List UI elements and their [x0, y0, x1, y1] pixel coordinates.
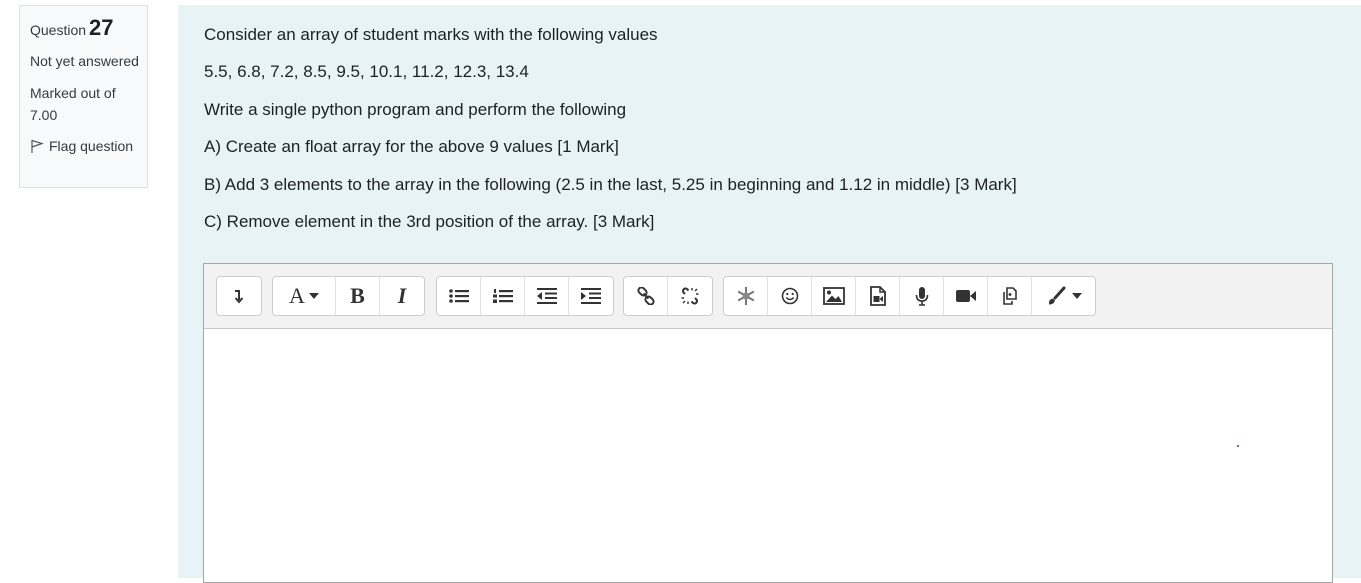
manage-files-button[interactable] — [988, 277, 1032, 315]
flag-icon — [30, 139, 44, 154]
toolbar-group-collapse — [216, 276, 262, 316]
editor-cursor-dot — [1237, 445, 1239, 447]
font-style-label: A — [289, 283, 305, 308]
question-text-line: B) Add 3 elements to the array in the fo… — [204, 174, 1017, 194]
outdent-button[interactable] — [525, 277, 569, 315]
question-grade: Marked out of 7.00 — [30, 85, 116, 123]
record-audio-button[interactable] — [900, 277, 944, 315]
question-info: Question 27 Not yet answered Marked out o… — [19, 5, 148, 188]
collapse-button[interactable] — [217, 277, 261, 315]
answer-editor: A B I — [203, 263, 1333, 583]
question-state: Not yet answered — [30, 53, 139, 69]
record-video-button[interactable] — [944, 277, 988, 315]
media-button[interactable] — [856, 277, 900, 315]
emoji-button[interactable] — [768, 277, 812, 315]
editor-text-area[interactable] — [204, 329, 1332, 582]
indent-icon — [581, 288, 601, 304]
question-content: Consider an array of student marks with … — [178, 5, 1361, 583]
record-video-icon — [955, 288, 977, 304]
chevron-down-icon — [308, 293, 319, 299]
question-text-line: Write a single python program and perfor… — [204, 99, 627, 119]
indent-button[interactable] — [569, 277, 613, 315]
unlink-icon — [681, 287, 699, 305]
unordered-list-button[interactable] — [437, 277, 481, 315]
unlink-button[interactable] — [668, 277, 712, 315]
italic-button[interactable]: I — [380, 277, 424, 315]
chevron-down-icon — [1071, 293, 1082, 299]
toolbar-group-style: A B I — [272, 276, 425, 316]
flag-question-link[interactable]: Flag question — [30, 136, 147, 156]
bold-icon: B — [350, 283, 365, 308]
toolbar-group-insert — [723, 276, 1096, 316]
snowflake-icon — [736, 286, 756, 306]
question-text-line: C) Remove element in the 3rd position of… — [204, 211, 655, 231]
snowflake-button[interactable] — [724, 277, 768, 315]
editor-toolbar: A B I — [204, 264, 1332, 329]
question-text-line: 5.5, 6.8, 7.2, 8.5, 9.5, 10.1, 11.2, 12.… — [204, 62, 529, 82]
font-style-button[interactable]: A — [273, 277, 336, 315]
question-text-line: A) Create an float array for the above 9… — [204, 137, 619, 157]
image-button[interactable] — [812, 277, 856, 315]
toolbar-group-links — [623, 276, 713, 316]
unordered-list-icon — [448, 288, 469, 304]
ordered-list-icon — [492, 288, 513, 304]
paint-brush-button[interactable] — [1032, 277, 1095, 315]
record-audio-icon — [915, 286, 929, 306]
manage-files-icon — [1000, 286, 1020, 306]
paint-brush-icon — [1046, 286, 1066, 306]
italic-icon: I — [397, 283, 407, 308]
ordered-list-button[interactable] — [481, 277, 525, 315]
emoji-icon — [781, 287, 799, 305]
toolbar-group-lists — [436, 276, 614, 316]
collapse-icon — [233, 288, 245, 304]
question-number-value: 27 — [89, 15, 114, 40]
question-number: Question 27 — [30, 14, 147, 44]
media-icon — [869, 286, 887, 306]
image-icon — [822, 287, 845, 305]
link-button[interactable] — [624, 277, 668, 315]
question-label: Question — [30, 22, 87, 38]
question-text-line: Consider an array of student marks with … — [204, 25, 658, 44]
link-icon — [636, 287, 655, 305]
flag-question-label: Flag question — [49, 138, 134, 154]
bold-button[interactable]: B — [336, 277, 380, 315]
question-text: Consider an array of student marks with … — [204, 24, 1017, 248]
outdent-icon — [536, 288, 557, 304]
